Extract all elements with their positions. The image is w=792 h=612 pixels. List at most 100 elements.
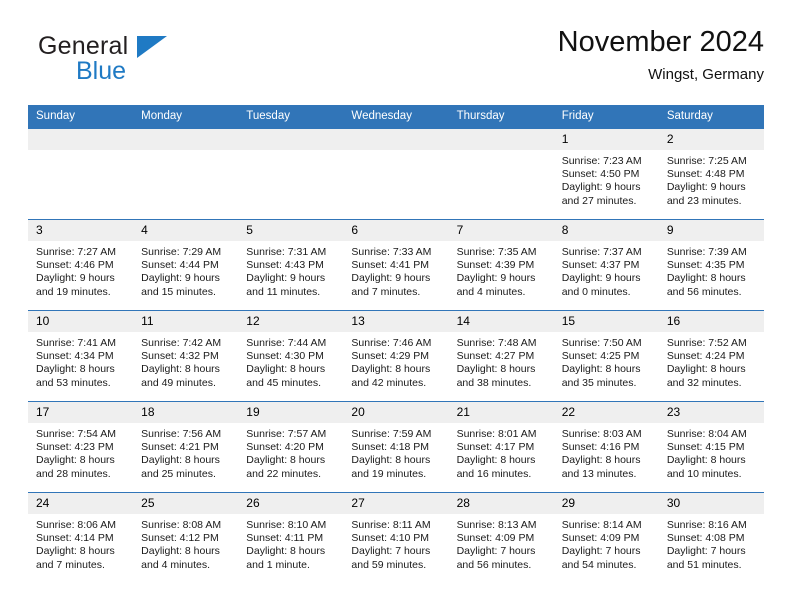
calendar-day-cell[interactable]: 26 Sunrise: 8:10 AM Sunset: 4:11 PM Dayligh… xyxy=(238,492,344,583)
calendar-header-row: Sunday Monday Tuesday Wednesday Thursday… xyxy=(28,105,764,129)
day-details: Sunrise: 8:04 AM Sunset: 4:15 PM Daylight:… xyxy=(659,423,764,481)
sunset-text: Sunset: 4:43 PM xyxy=(246,259,324,272)
page-subtitle-location: Wingst, Germany xyxy=(648,66,764,83)
day-details: Sunrise: 7:54 AM Sunset: 4:23 PM Daylight:… xyxy=(28,423,133,481)
day-number: 9 xyxy=(658,220,764,241)
day-details: Sunrise: 8:11 AM Sunset: 4:10 PM Daylight:… xyxy=(343,514,448,572)
day-number: 1 xyxy=(553,129,659,150)
calendar-day-cell[interactable]: 8 Sunrise: 7:37 AM Sunset: 4:37 PM Daylight… xyxy=(553,219,659,311)
calendar-day-cell[interactable]: 2 Sunrise: 7:25 AM Sunset: 4:48 PM Daylight… xyxy=(658,128,764,220)
day-details: Sunrise: 7:46 AM Sunset: 4:29 PM Daylight:… xyxy=(343,332,448,390)
daylight-text-line2: and 23 minutes. xyxy=(666,194,742,207)
day-number: 14 xyxy=(448,311,554,332)
calendar-day-cell[interactable]: 19 Sunrise: 7:57 AM Sunset: 4:20 PM Dayligh… xyxy=(238,401,344,493)
day-details: Sunrise: 8:06 AM Sunset: 4:14 PM Daylight:… xyxy=(28,514,133,572)
sunrise-text: Sunrise: 8:04 AM xyxy=(666,428,747,440)
sunset-text: Sunset: 4:29 PM xyxy=(351,350,430,363)
daylight-text-line2: and 15 minutes. xyxy=(141,285,216,298)
sunrise-text: Sunrise: 7:33 AM xyxy=(351,246,432,258)
day-number: 21 xyxy=(448,402,554,423)
calendar-day-cell[interactable]: 14 Sunrise: 7:48 AM Sunset: 4:27 PM Dayligh… xyxy=(448,310,554,402)
day-number: 3 xyxy=(28,220,134,241)
calendar-day-cell[interactable]: 4 Sunrise: 7:29 AM Sunset: 4:44 PM Daylight… xyxy=(133,219,239,311)
daylight-text-line1: Daylight: 8 hours xyxy=(351,363,431,376)
sunrise-text: Sunrise: 7:56 AM xyxy=(141,428,222,440)
calendar-day-cell[interactable]: 18 Sunrise: 7:56 AM Sunset: 4:21 PM Dayligh… xyxy=(133,401,239,493)
calendar-day-cell[interactable]: 24 Sunrise: 8:06 AM Sunset: 4:14 PM Dayligh… xyxy=(28,492,134,583)
day-number: 2 xyxy=(658,129,764,150)
daylight-text-line1: Daylight: 8 hours xyxy=(141,363,220,376)
title-block: November 2024 Wingst, Germany xyxy=(558,24,764,86)
daylight-text-line2: and 4 minutes. xyxy=(456,285,526,298)
calendar-day-cell[interactable]: 22 Sunrise: 8:03 AM Sunset: 4:16 PM Dayligh… xyxy=(553,401,659,493)
daylight-text-line1: Daylight: 8 hours xyxy=(36,454,115,467)
day-details: Sunrise: 8:13 AM Sunset: 4:09 PM Daylight:… xyxy=(449,514,554,572)
calendar-day-cell[interactable]: 25 Sunrise: 8:08 AM Sunset: 4:12 PM Dayligh… xyxy=(133,492,239,583)
daylight-text-line2: and 19 minutes. xyxy=(351,467,427,480)
sunset-text: Sunset: 4:37 PM xyxy=(561,259,640,272)
calendar-day-cell[interactable]: 9 Sunrise: 7:39 AM Sunset: 4:35 PM Daylight… xyxy=(658,219,764,311)
daylight-text-line2: and 1 minute. xyxy=(246,558,310,571)
daylight-text-line2: and 25 minutes. xyxy=(141,467,216,480)
sunrise-text: Sunrise: 7:54 AM xyxy=(36,428,116,440)
daylight-text-line2: and 32 minutes. xyxy=(666,376,742,389)
page-header: General Blue November 2024 Wingst, Germa… xyxy=(28,24,764,94)
day-details: Sunrise: 8:16 AM Sunset: 4:08 PM Daylight:… xyxy=(659,514,764,572)
sunset-text: Sunset: 4:09 PM xyxy=(561,532,640,545)
day-details: Sunrise: 8:08 AM Sunset: 4:12 PM Daylight:… xyxy=(133,514,238,572)
sunrise-text: Sunrise: 7:35 AM xyxy=(456,246,537,258)
sunset-text: Sunset: 4:34 PM xyxy=(36,350,114,363)
sunrise-text: Sunrise: 7:29 AM xyxy=(141,246,222,258)
sunrise-text: Sunrise: 8:16 AM xyxy=(666,519,747,531)
calendar-day-cell[interactable]: 15 Sunrise: 7:50 AM Sunset: 4:25 PM Dayligh… xyxy=(553,310,659,402)
generalblue-logo[interactable]: General Blue xyxy=(38,32,258,92)
sunrise-text: Sunrise: 7:52 AM xyxy=(666,337,747,349)
sunrise-text: Sunrise: 7:41 AM xyxy=(36,337,116,349)
sunset-text: Sunset: 4:17 PM xyxy=(456,441,535,454)
calendar-day-cell[interactable]: 23 Sunrise: 8:04 AM Sunset: 4:15 PM Dayligh… xyxy=(658,401,764,493)
sunrise-text: Sunrise: 7:59 AM xyxy=(351,428,432,440)
day-details: Sunrise: 7:39 AM Sunset: 4:35 PM Daylight:… xyxy=(659,241,764,299)
sunset-text: Sunset: 4:39 PM xyxy=(456,259,535,272)
sunset-text: Sunset: 4:08 PM xyxy=(666,532,745,545)
calendar-day-cell[interactable]: 29 Sunrise: 8:14 AM Sunset: 4:09 PM Dayligh… xyxy=(553,492,659,583)
calendar-day-cell[interactable]: 30 Sunrise: 8:16 AM Sunset: 4:08 PM Dayligh… xyxy=(658,492,764,583)
day-number xyxy=(343,129,449,150)
calendar-day-cell[interactable]: 20 Sunrise: 7:59 AM Sunset: 4:18 PM Dayligh… xyxy=(343,401,449,493)
calendar-day-cell[interactable]: 17 Sunrise: 7:54 AM Sunset: 4:23 PM Dayligh… xyxy=(28,401,134,493)
calendar-day-cell[interactable]: 3 Sunrise: 7:27 AM Sunset: 4:46 PM Daylight… xyxy=(28,219,134,311)
daylight-text-line2: and 7 minutes. xyxy=(351,285,421,298)
day-details: Sunrise: 8:03 AM Sunset: 4:16 PM Daylight:… xyxy=(554,423,659,481)
calendar-day-cell[interactable]: 10 Sunrise: 7:41 AM Sunset: 4:34 PM Dayligh… xyxy=(28,310,134,402)
calendar-day-cell[interactable]: 6 Sunrise: 7:33 AM Sunset: 4:41 PM Daylight… xyxy=(343,219,449,311)
daylight-text-line1: Daylight: 8 hours xyxy=(456,454,536,467)
day-number: 15 xyxy=(553,311,659,332)
sunrise-text: Sunrise: 7:23 AM xyxy=(561,155,642,167)
sunset-text: Sunset: 4:27 PM xyxy=(456,350,535,363)
daylight-text-line1: Daylight: 8 hours xyxy=(456,363,536,376)
calendar-day-cell[interactable]: 1 Sunrise: 7:23 AM Sunset: 4:50 PM Daylight… xyxy=(553,128,659,220)
daylight-text-line1: Daylight: 8 hours xyxy=(36,545,115,558)
daylight-text-line1: Daylight: 7 hours xyxy=(666,545,746,558)
daylight-text-line2: and 11 minutes. xyxy=(246,285,321,298)
daylight-text-line2: and 35 minutes. xyxy=(561,376,637,389)
daylight-text-line2: and 13 minutes. xyxy=(561,467,637,480)
calendar-day-cell[interactable]: 13 Sunrise: 7:46 AM Sunset: 4:29 PM Dayligh… xyxy=(343,310,449,402)
sunset-text: Sunset: 4:35 PM xyxy=(666,259,745,272)
calendar-day-cell[interactable]: 21 Sunrise: 8:01 AM Sunset: 4:17 PM Dayligh… xyxy=(448,401,554,493)
sunset-text: Sunset: 4:46 PM xyxy=(36,259,114,272)
daylight-text-line2: and 51 minutes. xyxy=(666,558,742,571)
calendar-day-cell[interactable]: 27 Sunrise: 8:11 AM Sunset: 4:10 PM Dayligh… xyxy=(343,492,449,583)
sunset-text: Sunset: 4:41 PM xyxy=(351,259,430,272)
daylight-text-line1: Daylight: 8 hours xyxy=(246,545,326,558)
calendar-day-cell[interactable]: 28 Sunrise: 8:13 AM Sunset: 4:09 PM Dayligh… xyxy=(448,492,554,583)
calendar-day-cell[interactable]: 12 Sunrise: 7:44 AM Sunset: 4:30 PM Dayligh… xyxy=(238,310,344,402)
weekday-header-monday: Monday xyxy=(133,105,239,129)
calendar-day-cell[interactable]: 11 Sunrise: 7:42 AM Sunset: 4:32 PM Dayligh… xyxy=(133,310,239,402)
day-details: Sunrise: 7:57 AM Sunset: 4:20 PM Daylight:… xyxy=(238,423,343,481)
calendar-day-cell[interactable]: 7 Sunrise: 7:35 AM Sunset: 4:39 PM Daylight… xyxy=(448,219,554,311)
sunrise-text: Sunrise: 7:42 AM xyxy=(141,337,222,349)
calendar-day-cell[interactable]: 5 Sunrise: 7:31 AM Sunset: 4:43 PM Daylight… xyxy=(238,219,344,311)
calendar-day-cell[interactable]: 16 Sunrise: 7:52 AM Sunset: 4:24 PM Dayligh… xyxy=(658,310,764,402)
daylight-text-line2: and 42 minutes. xyxy=(351,376,427,389)
